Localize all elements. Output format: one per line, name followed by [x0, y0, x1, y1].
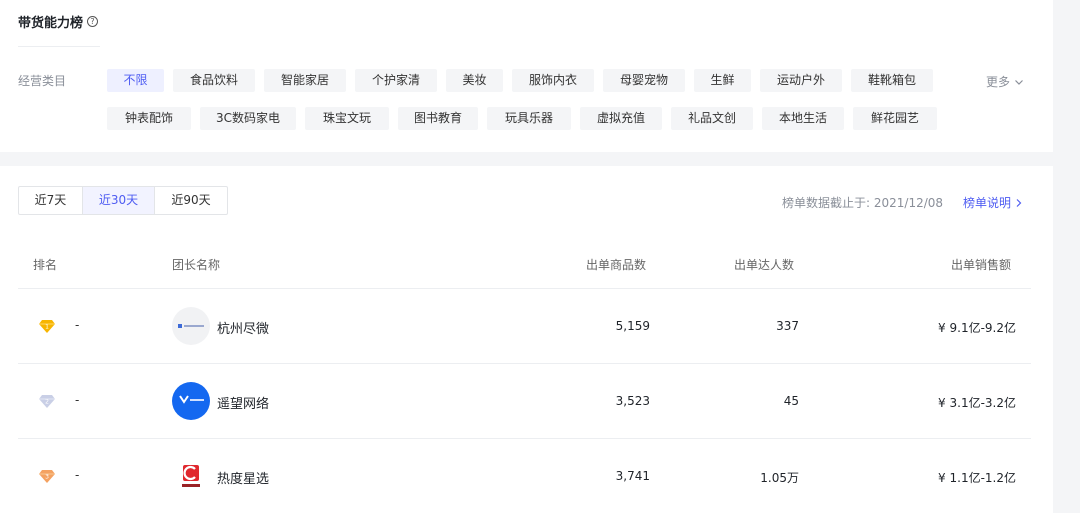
gold-medal-icon: 1 [39, 320, 55, 333]
products-count: 3,741 [615, 469, 650, 483]
avatar [172, 307, 210, 345]
rank-change: - [75, 393, 80, 407]
category-chip[interactable]: 3C数码家电 [200, 107, 296, 130]
page-title-text: 带货能力榜 [18, 16, 84, 31]
svg-text:2: 2 [45, 399, 49, 406]
time-range-selector: 近7天 近30天 近90天 [18, 186, 228, 215]
category-chip[interactable]: 生鲜 [694, 69, 751, 92]
category-chip[interactable]: 食品饮料 [173, 69, 255, 92]
data-cutoff-text: 榜单数据截止于: 2021/12/08 [782, 196, 944, 210]
category-chip-all[interactable]: 不限 [107, 69, 164, 92]
header-products[interactable]: 出单商品数 [586, 256, 646, 273]
category-chip[interactable]: 个护家清 [355, 69, 437, 92]
category-chip[interactable]: 美妆 [446, 69, 503, 92]
company-logo-icon [178, 324, 204, 328]
explain-label: 榜单说明 [963, 196, 1012, 210]
category-chip[interactable]: 运动户外 [760, 69, 842, 92]
time-range-30d[interactable]: 近30天 [83, 187, 155, 214]
question-circle-icon[interactable]: ? [87, 16, 99, 27]
ranking-explain-link[interactable]: 榜单说明 [963, 194, 1023, 211]
bronze-medal-icon: 3 [39, 470, 55, 483]
sales-range: ¥ 3.1亿-3.2亿 [938, 396, 1016, 410]
rank-change: - [75, 318, 80, 332]
sales-range: ¥ 9.1亿-9.2亿 [938, 321, 1016, 335]
creators-count: 337 [776, 319, 799, 333]
category-chip[interactable]: 玩具乐器 [487, 107, 571, 130]
leader-name[interactable]: 杭州尽微 [217, 318, 269, 337]
category-chip[interactable]: 图书教育 [398, 107, 478, 130]
table-row[interactable]: 3 - 热度星选 3,741 1.05万 ¥ 1.1亿-1.2亿 [0, 439, 1053, 513]
chevron-right-icon [1016, 198, 1022, 207]
silver-medal-icon: 2 [39, 395, 55, 408]
header-name: 团长名称 [172, 258, 221, 272]
more-categories-button[interactable]: 更多 [986, 73, 1024, 90]
filter-panel: 带货能力榜 ? 经营类目 不限 食品饮料 智能家居 个护家清 美妆 服饰内衣 母… [0, 0, 1053, 152]
header-sales[interactable]: 出单销售额 [951, 256, 1011, 273]
category-chip[interactable]: 礼品文创 [671, 107, 753, 130]
header-rank: 排名 [33, 258, 58, 272]
category-chip[interactable]: 珠宝文玩 [305, 107, 389, 130]
leader-name[interactable]: 热度星选 [217, 468, 269, 487]
time-range-7d[interactable]: 近7天 [19, 187, 83, 214]
ranking-panel: 近7天 近30天 近90天 榜单数据截止于: 2021/12/08 榜单说明 排… [0, 166, 1053, 513]
creators-count: 45 [783, 394, 799, 408]
svg-text:1: 1 [45, 324, 49, 331]
table-row[interactable]: 2 - 遥望网络 3,523 45 ¥ 3.1亿-3.2亿 [0, 364, 1053, 439]
creators-count: 1.05万 [760, 471, 799, 485]
products-count: 3,523 [615, 394, 650, 408]
title-divider [18, 46, 100, 47]
page-title: 带货能力榜 ? [18, 12, 99, 31]
table-row[interactable]: 1 - 杭州尽微 5,159 337 ¥ 9.1亿-9.2亿 [0, 289, 1053, 364]
category-chip[interactable]: 鞋靴箱包 [851, 69, 933, 92]
category-chip[interactable]: 虚拟充值 [580, 107, 662, 130]
category-chip[interactable]: 钟表配饰 [107, 107, 191, 130]
category-chip[interactable]: 服饰内衣 [512, 69, 594, 92]
products-count: 5,159 [615, 319, 650, 333]
category-label: 经营类目 [18, 74, 67, 88]
leader-name[interactable]: 遥望网络 [217, 393, 269, 412]
more-label: 更多 [986, 75, 1011, 89]
category-chip[interactable]: 本地生活 [762, 107, 844, 130]
time-range-90d[interactable]: 近90天 [155, 187, 227, 214]
svg-text:3: 3 [45, 474, 49, 481]
company-logo-icon [182, 465, 200, 487]
scrollbar-track[interactable] [1053, 0, 1080, 513]
avatar [172, 457, 210, 495]
sales-range: ¥ 1.1亿-1.2亿 [938, 471, 1016, 485]
chevron-down-icon [1015, 79, 1023, 85]
category-chip[interactable]: 鲜花园艺 [853, 107, 937, 130]
category-chip[interactable]: 母婴宠物 [603, 69, 685, 92]
company-logo-icon [179, 395, 204, 404]
header-creators[interactable]: 出单达人数 [734, 256, 794, 273]
avatar [172, 382, 210, 420]
rank-change: - [75, 468, 80, 482]
category-chip[interactable]: 智能家居 [264, 69, 346, 92]
